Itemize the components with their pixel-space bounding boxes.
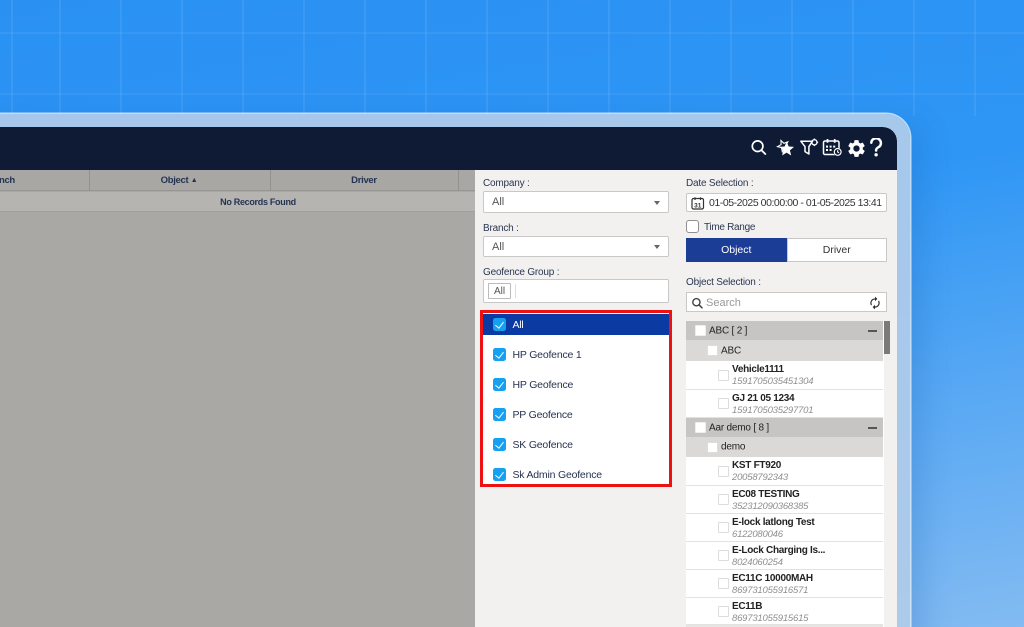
svg-text:31: 31 (694, 202, 702, 209)
